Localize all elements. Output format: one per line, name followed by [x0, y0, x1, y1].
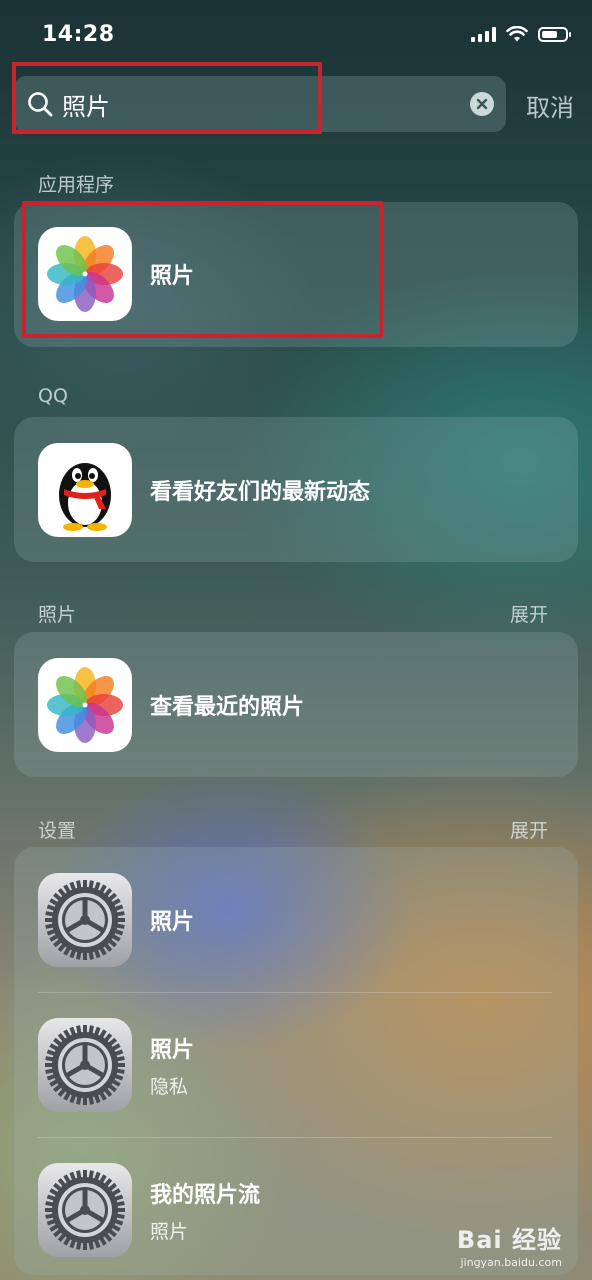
section-label-photos: 照片: [38, 604, 77, 626]
expand-photos-button[interactable]: 展开: [510, 600, 548, 627]
result-title: 看看好友们的最新动态: [150, 480, 371, 505]
qq-card: 看看好友们的最新动态: [14, 417, 578, 562]
search-highlight-box: [12, 62, 322, 134]
cellular-signal-icon: [471, 26, 496, 42]
result-title: 照片: [150, 910, 195, 935]
settings-gear-icon: [38, 1163, 132, 1257]
result-settings-privacy-photos[interactable]: 照片 隐私: [38, 1017, 194, 1113]
result-title: 照片: [150, 1037, 195, 1063]
watermark: Bai 经验 jingyan.baidu.com: [457, 1220, 562, 1269]
settings-gear-icon: [38, 1018, 132, 1112]
watermark-url: jingyan.baidu.com: [460, 1256, 562, 1269]
result-subtitle: 照片: [150, 1220, 189, 1243]
settings-card: 照片 照片 隐私 我的照片流 照片: [14, 847, 578, 1275]
result-settings-photo-stream[interactable]: 我的照片流 照片: [38, 1162, 260, 1258]
result-qq-moments[interactable]: 看看好友们的最新动态: [38, 442, 370, 538]
section-label-apps: 应用程序: [38, 174, 115, 196]
status-icons: [471, 26, 571, 42]
cancel-button[interactable]: 取消: [526, 88, 574, 123]
row-divider: [38, 1137, 552, 1138]
result-title: 我的照片流: [150, 1182, 261, 1208]
row-divider: [38, 992, 552, 993]
expand-settings-button[interactable]: 展开: [510, 816, 548, 843]
watermark-logo: Bai 经验: [456, 1226, 562, 1254]
wifi-icon: [506, 26, 528, 42]
section-label-settings: 设置: [38, 820, 77, 842]
status-time: 14:28: [42, 22, 115, 47]
photos-icon: [38, 658, 132, 752]
clear-search-button[interactable]: [470, 92, 494, 116]
result-recent-photos[interactable]: 查看最近的照片: [38, 657, 304, 753]
settings-gear-icon: [38, 873, 132, 967]
result-settings-photos[interactable]: 照片: [38, 872, 194, 968]
battery-icon: [538, 26, 571, 42]
app-highlight-box: [22, 201, 383, 338]
section-label-qq: QQ: [38, 385, 68, 407]
result-subtitle: 隐私: [150, 1075, 189, 1098]
clear-icon: [476, 98, 488, 110]
result-title: 查看最近的照片: [150, 695, 305, 720]
photos-card: 查看最近的照片: [14, 632, 578, 777]
qq-penguin-icon: [38, 443, 132, 537]
